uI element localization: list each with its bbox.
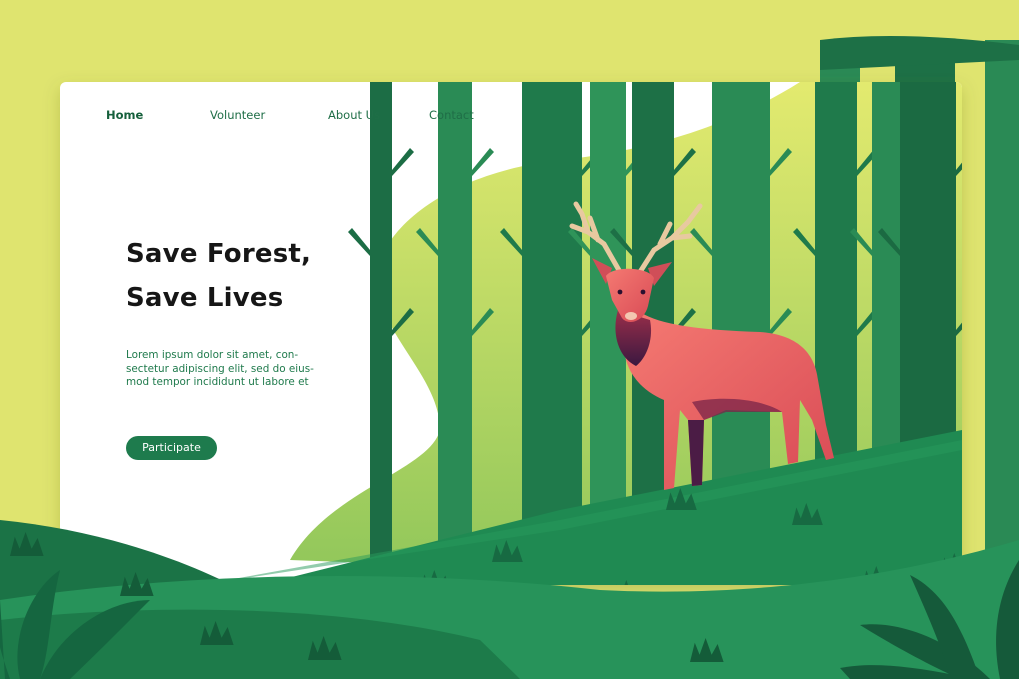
nav-volunteer-link[interactable]: Volunteer: [210, 108, 265, 122]
nav-about-link[interactable]: About Us: [328, 108, 380, 122]
hero-title-line-1: Save Forest,: [126, 239, 312, 269]
hero-description-line-3: mod tempor incididunt ut labore et: [126, 376, 309, 388]
hero-title: Save Forest, Save Lives: [126, 232, 311, 320]
nav-contact-link[interactable]: Contact: [429, 108, 474, 122]
hero-title-line-2: Save Lives: [126, 283, 284, 313]
tree-icon: [438, 82, 472, 585]
hero-description-line-1: Lorem ipsum dolor sit amet, con-: [126, 349, 299, 361]
forest-illustration: [0, 36, 1019, 679]
hero-description: Lorem ipsum dolor sit amet, con- sectetu…: [126, 349, 336, 390]
hero-description-line-2: sectetur adipiscing elit, sed do eius-: [126, 362, 314, 375]
participate-button[interactable]: Participate: [126, 436, 217, 460]
tree-icon: [370, 82, 392, 585]
nav-home-link[interactable]: Home: [106, 108, 143, 122]
